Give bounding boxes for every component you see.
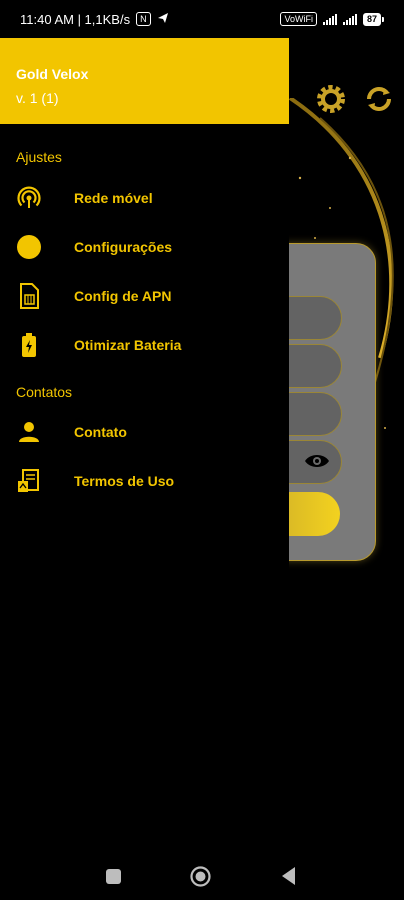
menu-label-configuracoes: Configurações bbox=[74, 238, 173, 255]
menu-label-rede-movel: Rede móvel bbox=[74, 189, 153, 206]
sync-icon[interactable] bbox=[362, 82, 396, 116]
battery-charging-icon bbox=[16, 332, 42, 358]
section-title-contatos: Contatos bbox=[16, 384, 73, 400]
vowifi-badge: VoWiFi bbox=[280, 12, 317, 26]
menu-label-config-apn: Config de APN bbox=[74, 287, 172, 304]
terms-document-icon bbox=[16, 468, 42, 494]
sim-card-icon bbox=[16, 282, 42, 309]
menu-item-rede-movel[interactable]: Rede móvel bbox=[0, 173, 289, 222]
home-button[interactable] bbox=[190, 866, 211, 887]
status-bar: 11:40 AM | 1,1KB/s N VoWiFi 87 bbox=[0, 0, 404, 38]
battery-icon: 87 bbox=[362, 12, 384, 26]
signal-strength-2-icon bbox=[342, 13, 357, 25]
circle-icon bbox=[16, 234, 42, 260]
menu-label-contato: Contato bbox=[74, 423, 127, 440]
battery-level: 87 bbox=[362, 12, 381, 26]
status-time-speed: 11:40 AM | 1,1KB/s bbox=[20, 11, 131, 27]
settings-gear-icon[interactable] bbox=[314, 82, 348, 116]
navigation-drawer: Gold Velox v. 1 (1) Ajustes Rede móvel C… bbox=[0, 30, 289, 839]
back-button[interactable] bbox=[280, 866, 296, 886]
menu-item-contato[interactable]: Contato bbox=[0, 407, 289, 456]
recent-apps-button[interactable] bbox=[106, 869, 121, 884]
eye-icon[interactable] bbox=[304, 452, 330, 470]
status-left: 11:40 AM | 1,1KB/s N bbox=[20, 12, 169, 27]
menu-item-termos-de-uso[interactable]: Termos de Uso bbox=[0, 456, 289, 505]
menu-label-otimizar-bateria: Otimizar Bateria bbox=[74, 336, 182, 353]
menu-item-config-apn[interactable]: Config de APN bbox=[0, 271, 289, 320]
menu-item-configuracoes[interactable]: Configurações bbox=[0, 222, 289, 271]
telegram-icon bbox=[157, 12, 169, 27]
status-right: VoWiFi 87 bbox=[280, 12, 384, 26]
app-version: v. 1 (1) bbox=[16, 90, 59, 106]
section-title-ajustes: Ajustes bbox=[16, 149, 62, 165]
menu-label-termos-de-uso: Termos de Uso bbox=[74, 472, 175, 489]
drawer-header: Gold Velox v. 1 (1) bbox=[0, 30, 289, 124]
menu-item-otimizar-bateria[interactable]: Otimizar Bateria bbox=[0, 320, 289, 369]
system-navigation-bar bbox=[0, 838, 404, 900]
nfc-icon: N bbox=[136, 12, 151, 26]
signal-broadcast-icon bbox=[16, 185, 42, 211]
app-name: Gold Velox bbox=[16, 66, 89, 82]
signal-strength-icon bbox=[322, 13, 337, 25]
person-icon bbox=[16, 419, 42, 445]
